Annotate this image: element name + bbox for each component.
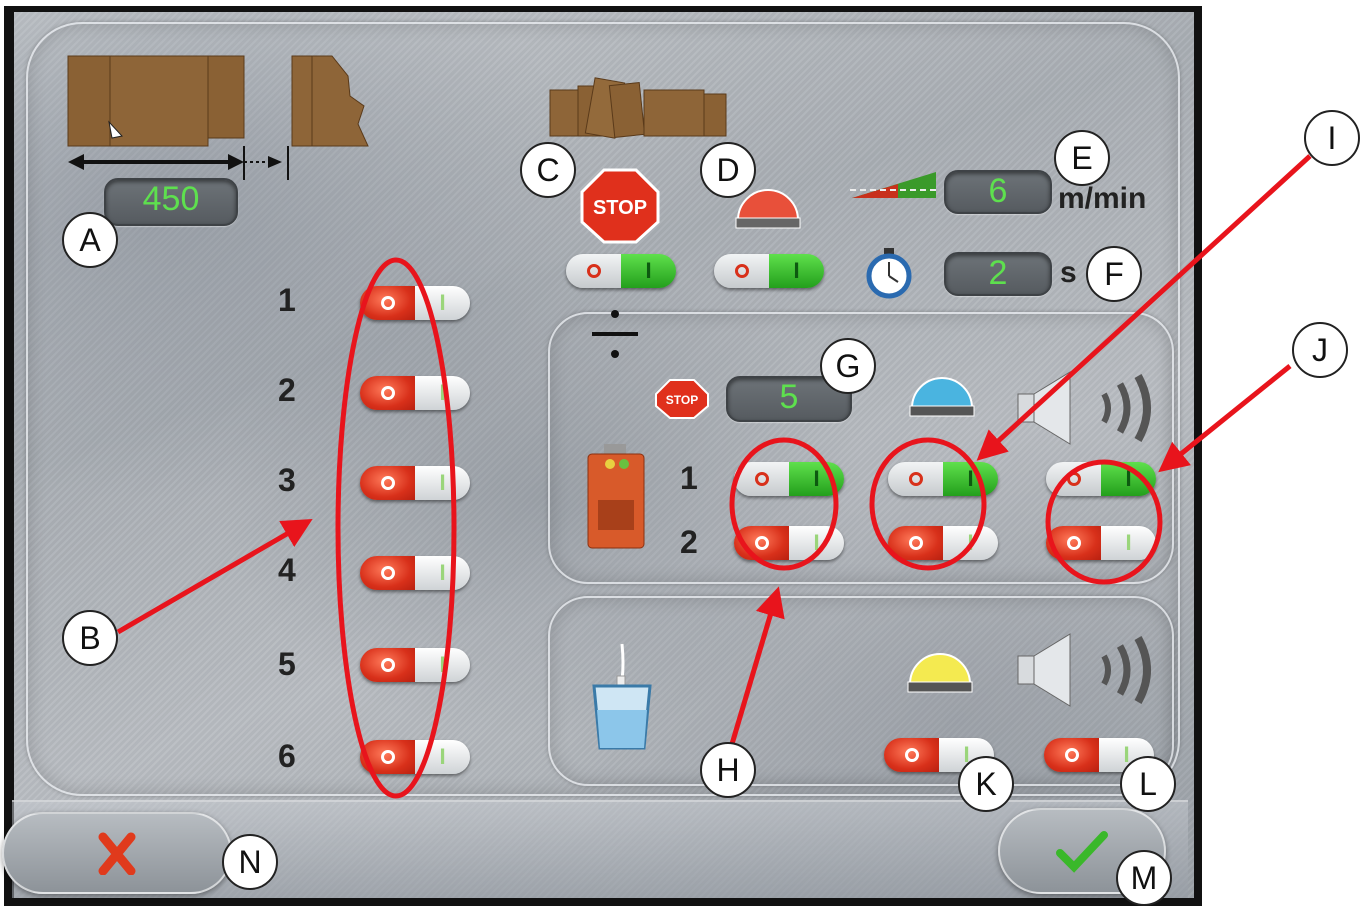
- callout-d: D: [700, 142, 756, 198]
- annotation-ellipse-j: [1045, 459, 1163, 585]
- annotation-arrow-b: [116, 518, 313, 635]
- callout-l: L: [1120, 756, 1176, 812]
- callout-g: G: [820, 338, 876, 394]
- annotation-ellipse-i: [869, 437, 987, 571]
- annotation-arrow-i: [976, 154, 1312, 461]
- annotation-arrow-j: [1158, 364, 1292, 473]
- callout-e: E: [1054, 130, 1110, 186]
- annotation-ellipse-h: [729, 437, 839, 571]
- callout-n: N: [222, 834, 278, 890]
- annotation-arrow-h: [729, 586, 785, 745]
- callout-k: K: [958, 756, 1014, 812]
- callout-i: I: [1304, 110, 1360, 166]
- callout-h: H: [700, 742, 756, 798]
- callout-j: J: [1292, 322, 1348, 378]
- callout-c: C: [520, 142, 576, 198]
- callout-m: M: [1116, 850, 1172, 906]
- callout-a: A: [62, 212, 118, 268]
- annotation-ellipse-b: [335, 257, 457, 799]
- callout-f: F: [1086, 246, 1142, 302]
- callout-b: B: [62, 610, 118, 666]
